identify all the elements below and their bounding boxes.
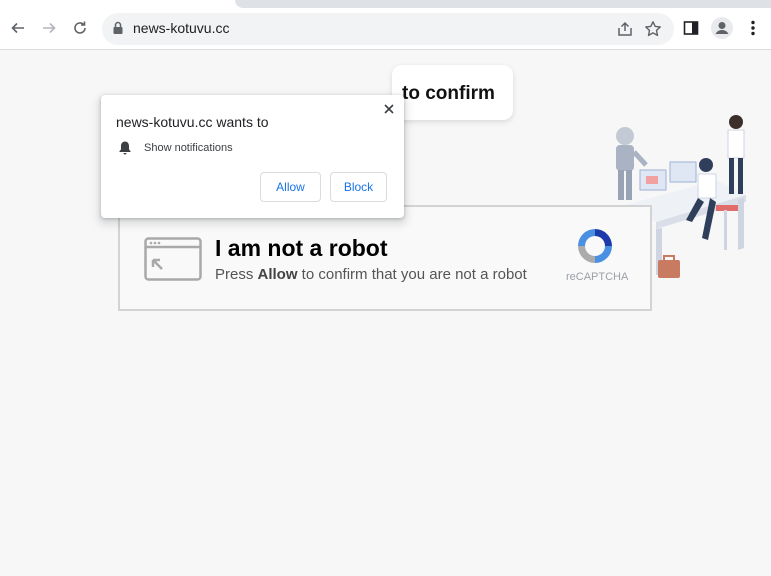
back-icon[interactable] — [6, 16, 30, 40]
recaptcha-brand: reCAPTCHA — [566, 271, 629, 283]
address-bar[interactable]: news-kotuvu.cc — [102, 13, 674, 45]
lock-icon[interactable] — [112, 21, 124, 40]
captcha-heading: I am not a robot — [215, 235, 388, 261]
instruction-prefix: Press — [215, 266, 258, 283]
captcha-instruction: Press Allow to confirm that you are not … — [215, 266, 527, 283]
page-content: to confirm I am not a robot Press Allow … — [0, 50, 771, 576]
share-icon[interactable] — [616, 20, 634, 43]
allow-button[interactable]: Allow — [260, 172, 321, 202]
browser-toolbar: news-kotuvu.cc — [0, 8, 771, 50]
browser-window-icon — [144, 237, 202, 286]
instruction-bold: Allow — [257, 266, 298, 283]
url-text: news-kotuvu.cc — [133, 20, 230, 36]
reload-icon[interactable] — [68, 16, 92, 40]
bell-icon — [118, 140, 132, 160]
tab-strip — [0, 0, 771, 8]
instruction-suffix: to confirm that you are not a robot — [297, 266, 527, 283]
tab-strip-background — [235, 0, 771, 8]
profile-icon[interactable] — [711, 17, 733, 39]
permission-description: Show notifications — [144, 142, 233, 154]
block-button[interactable]: Block — [330, 172, 387, 202]
side-panel-icon[interactable] — [681, 18, 701, 38]
forward-icon[interactable] — [37, 16, 61, 40]
prompt-title: news-kotuvu.cc wants to — [116, 114, 269, 130]
recaptcha-logo-icon — [574, 225, 616, 272]
star-icon[interactable] — [644, 20, 662, 43]
menu-icon[interactable] — [743, 18, 763, 38]
notification-permission-prompt: news-kotuvu.cc wants to Show notificatio… — [101, 95, 404, 218]
close-icon[interactable] — [381, 101, 397, 117]
confirm-banner: to confirm — [392, 65, 513, 120]
confirm-text: to confirm — [402, 83, 495, 104]
captcha-box[interactable]: I am not a robot Press Allow to confirm … — [118, 205, 652, 311]
